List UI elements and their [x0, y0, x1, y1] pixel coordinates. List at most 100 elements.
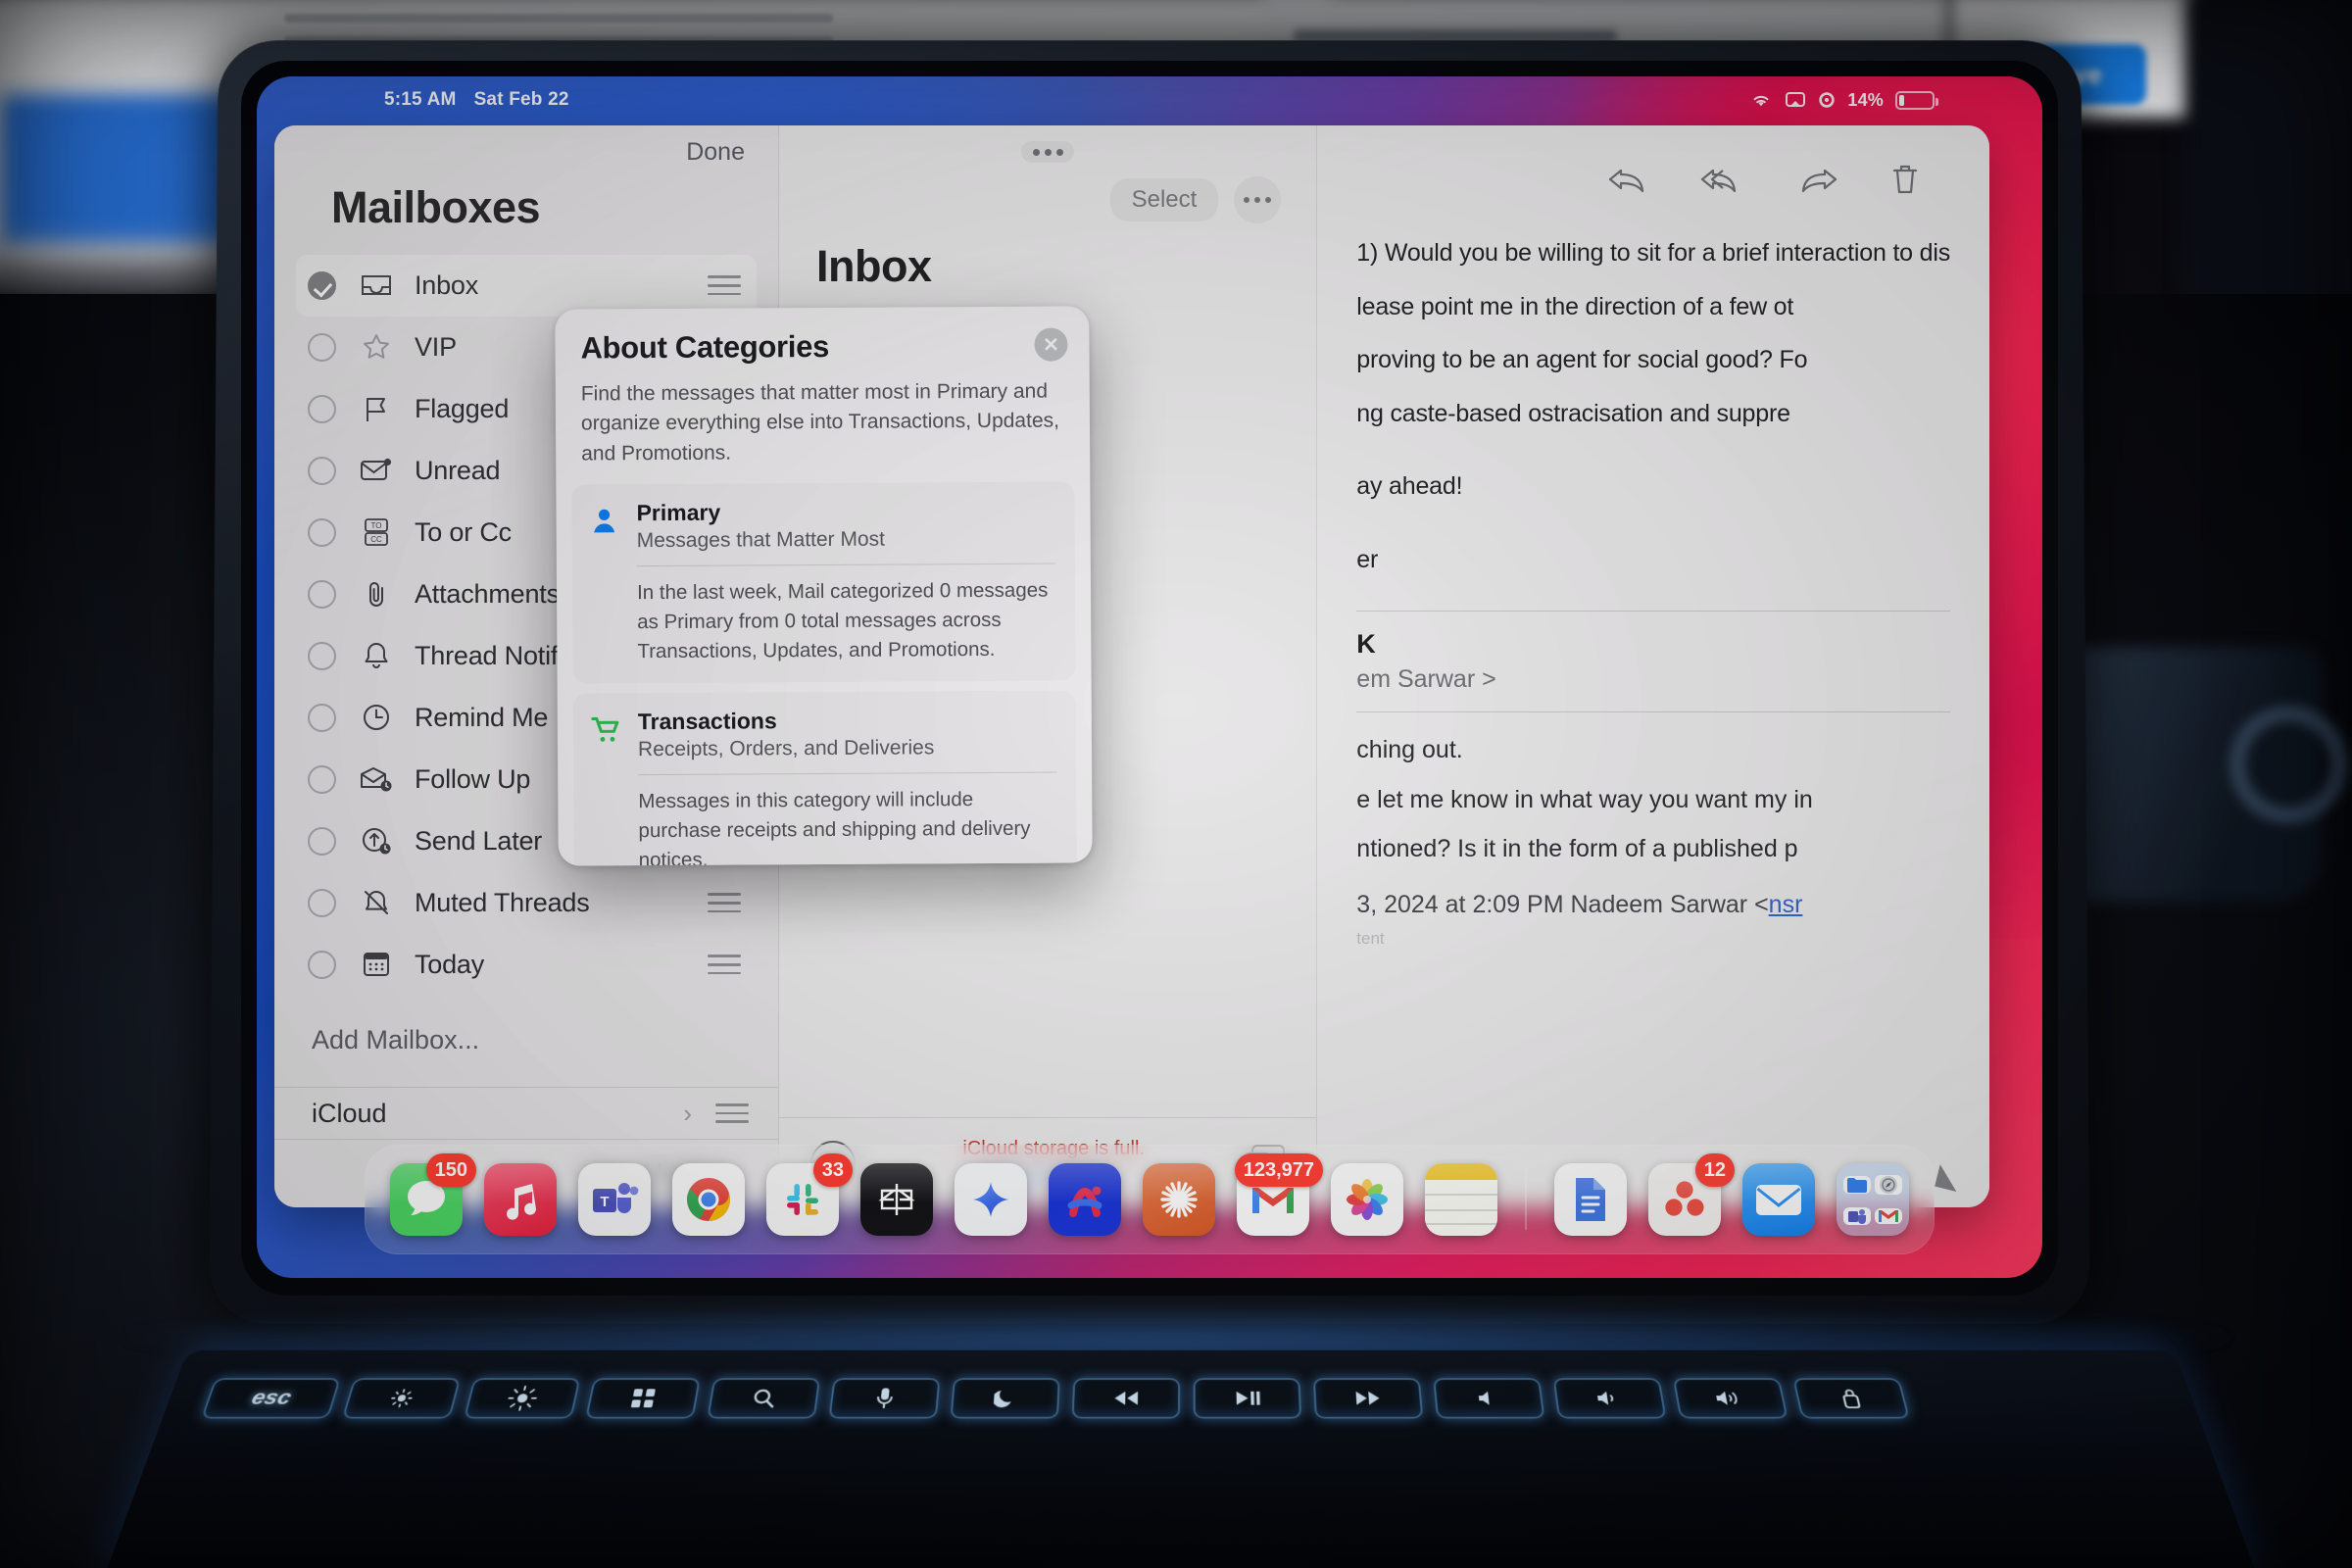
account-row-icloud[interactable]: iCloud › — [274, 1086, 778, 1139]
add-mailbox-button[interactable]: Add Mailbox... — [274, 996, 778, 1055]
email-quoted-text: ching out. e let me know in what way you… — [1317, 730, 1989, 879]
app-grid-key[interactable] — [585, 1378, 701, 1419]
asana-app[interactable]: 12 — [1648, 1153, 1735, 1236]
checkbox-icon[interactable] — [308, 394, 336, 423]
microphone-key[interactable] — [828, 1378, 941, 1419]
reorder-handle[interactable] — [707, 955, 741, 975]
trash-icon[interactable] — [1889, 163, 1921, 196]
svg-text:TO: TO — [371, 521, 382, 530]
rewind-key[interactable] — [1071, 1378, 1181, 1419]
sidebar-item-label: Today — [415, 949, 485, 979]
claude-app[interactable] — [1143, 1163, 1215, 1236]
play-pause-key[interactable] — [1193, 1378, 1302, 1419]
checkbox-icon[interactable] — [308, 456, 336, 485]
battery-icon — [1895, 90, 1938, 110]
reorder-handle[interactable] — [707, 275, 741, 296]
gmail-app[interactable]: 123,977 — [1234, 1153, 1323, 1236]
sidebar-item-today[interactable]: Today — [296, 934, 757, 996]
email-body-line: proving to be an agent for social good? … — [1356, 346, 1808, 373]
sidebar-item-muted-threads[interactable]: Muted Threads — [296, 872, 757, 934]
category-title: Transactions — [637, 708, 777, 735]
escape-key[interactable]: esc — [201, 1378, 341, 1419]
email-sender-block[interactable]: K em Sarwar > — [1317, 629, 1989, 694]
status-bar-right[interactable]: 14% — [1749, 89, 1938, 111]
email-quote-line: e let me know in what way you want my in — [1356, 785, 1813, 813]
bell-icon — [350, 641, 403, 670]
perplexity-app[interactable] — [860, 1163, 933, 1236]
badge-count: 123,977 — [1234, 1153, 1323, 1187]
category-cards: Primary Messages that Matter Most In the… — [556, 481, 1092, 866]
category-title: Primary — [636, 499, 721, 526]
category-card-primary[interactable]: Primary Messages that Matter Most In the… — [571, 481, 1076, 685]
chrome-app[interactable] — [672, 1163, 745, 1236]
shopping-cart-icon — [591, 710, 625, 866]
more-options-button[interactable] — [1234, 176, 1282, 223]
select-button[interactable]: Select — [1109, 178, 1219, 221]
checkbox-icon[interactable] — [308, 888, 336, 917]
mail-app[interactable] — [1742, 1163, 1815, 1236]
notes-app[interactable] — [1425, 1163, 1497, 1236]
docs-app[interactable] — [1554, 1163, 1627, 1236]
photo-scene: Save 5:15 AM Sat Feb 22 — [0, 0, 2352, 1568]
screen-mirroring-icon — [1786, 92, 1806, 107]
gemini-app[interactable] — [955, 1163, 1027, 1236]
volume-up-key[interactable] — [1672, 1378, 1788, 1419]
checkbox-icon[interactable] — [308, 641, 336, 670]
close-icon[interactable]: ✕ — [1034, 327, 1068, 362]
brightness-down-key[interactable] — [341, 1378, 462, 1419]
checkbox-icon[interactable] — [308, 826, 336, 856]
dialog-subtitle: Find the messages that matter most in Pr… — [580, 379, 1059, 466]
clock-icon — [350, 703, 403, 732]
email-date-text: 3, 2024 at 2:09 PM Nadeem Sarwar < — [1356, 890, 1769, 918]
email-body-text: 1) Would you be willing to sit for a bri… — [1317, 233, 1989, 593]
checkbox-icon[interactable] — [308, 764, 336, 794]
svg-text:CC: CC — [370, 535, 382, 544]
teams-app[interactable]: T — [578, 1163, 651, 1236]
message-list-toolbar: Select — [779, 125, 1316, 223]
do-not-disturb-key[interactable] — [950, 1378, 1060, 1419]
battery-percent: 14% — [1847, 89, 1884, 110]
email-body-line: ng caste-based ostracisation and suppre — [1356, 399, 1790, 427]
email-date-line: 3, 2024 at 2:09 PM Nadeem Sarwar <nsr — [1317, 879, 1989, 919]
checkbox-icon[interactable] — [308, 579, 336, 609]
slack-app[interactable]: 33 — [766, 1153, 853, 1236]
status-time: 5:15 AM — [384, 89, 457, 110]
volume-down-key[interactable] — [1552, 1378, 1667, 1419]
fast-forward-key[interactable] — [1312, 1378, 1424, 1419]
sidebar-item-inbox[interactable]: Inbox — [296, 254, 757, 317]
checkbox-icon[interactable] — [308, 703, 336, 732]
category-subtitle: Receipts, Orders, and Deliveries — [637, 736, 935, 761]
messages-app[interactable]: 150 — [390, 1153, 476, 1236]
search-key[interactable] — [707, 1378, 821, 1419]
lock-key[interactable] — [1792, 1378, 1910, 1419]
chevron-right-icon[interactable]: › — [683, 1099, 692, 1129]
app-library-folder[interactable] — [1837, 1163, 1909, 1236]
forward-icon[interactable] — [1797, 165, 1838, 194]
done-button[interactable]: Done — [686, 138, 745, 167]
reply-all-icon[interactable] — [1699, 165, 1746, 194]
checkbox-icon[interactable] — [308, 332, 336, 362]
account-label: iCloud — [312, 1098, 387, 1128]
mail-app-window: Done Mailboxes Inbox VIP Flagged Unread … — [274, 125, 1989, 1207]
ipad-screen: 5:15 AM Sat Feb 22 14% Done Mailboxes In… — [257, 76, 2042, 1278]
reply-icon[interactable] — [1607, 165, 1648, 194]
email-address-link[interactable]: nsr — [1769, 891, 1803, 918]
email-body-line: lease point me in the direction of a few… — [1356, 292, 1794, 320]
photos-app[interactable] — [1331, 1163, 1403, 1236]
brightness-up-key[interactable] — [464, 1378, 581, 1419]
checkbox-checked-icon[interactable] — [308, 270, 336, 300]
ipad-dock: 150 T — [365, 1145, 1935, 1254]
follow-up-envelope-icon — [350, 765, 403, 793]
reorder-handle[interactable] — [714, 1103, 749, 1124]
music-app[interactable] — [484, 1163, 557, 1236]
email-faint-text: tent — [1356, 928, 1385, 948]
resize-corner-icon[interactable]: ◣ — [1934, 1157, 1964, 1197]
checkbox-icon[interactable] — [308, 950, 336, 979]
category-card-transactions[interactable]: Transactions Receipts, Orders, and Deliv… — [572, 690, 1077, 866]
arc-app[interactable] — [1049, 1163, 1121, 1236]
window-grabber-handle[interactable] — [1021, 141, 1075, 163]
checkbox-icon[interactable] — [308, 517, 336, 547]
reorder-handle[interactable] — [707, 893, 741, 913]
mute-key[interactable] — [1433, 1378, 1545, 1419]
category-description: In the last week, Mail categorized 0 mes… — [636, 578, 1049, 662]
